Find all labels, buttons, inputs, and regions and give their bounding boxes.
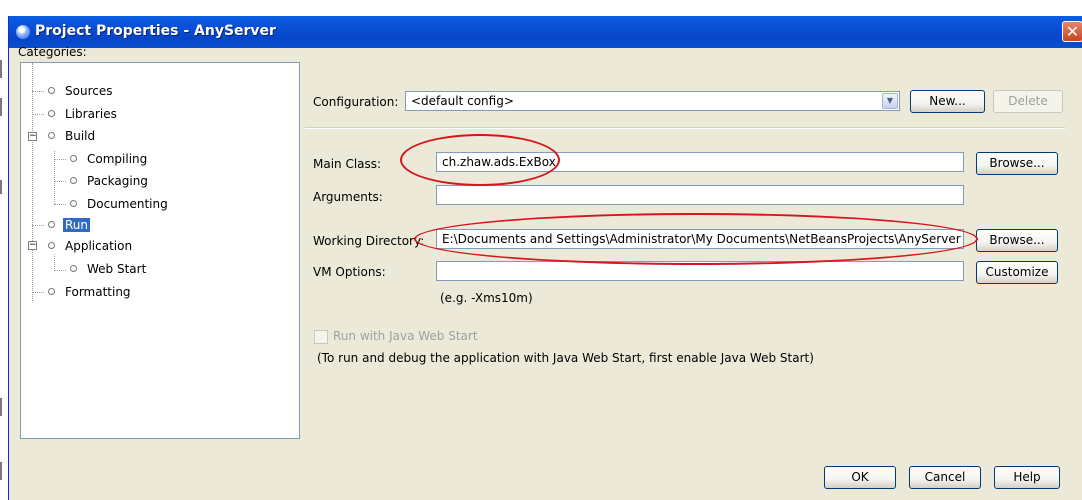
tree-connector (54, 159, 66, 160)
chevron-down-icon[interactable]: ▼ (882, 93, 898, 109)
screen-edge-mark (0, 462, 2, 480)
screen-edge-mark (0, 98, 2, 116)
window-title: Project Properties - AnyServer (35, 23, 276, 39)
tree-connector (54, 270, 66, 271)
run-with-web-start-label: Run with Java Web Start (333, 329, 478, 343)
tree-item-sources[interactable]: Sources (48, 82, 114, 100)
main-class-field[interactable]: ch.zhaw.ads.ExBox (436, 152, 964, 172)
tree-connector (32, 114, 44, 115)
node-icon (48, 221, 55, 228)
web-start-note: (To run and debug the application with J… (317, 351, 814, 365)
separator (305, 127, 1065, 129)
arguments-field[interactable] (436, 185, 964, 205)
cancel-button[interactable]: Cancel (909, 466, 981, 489)
help-button[interactable]: Help (994, 466, 1060, 489)
tree-item-build[interactable]: Build (48, 127, 97, 145)
tree-item-packaging[interactable]: Packaging (70, 172, 150, 190)
node-icon (48, 242, 55, 249)
main-class-browse-button[interactable]: Browse... (976, 152, 1058, 175)
node-icon (48, 110, 55, 117)
configuration-select[interactable]: <default config> ▼ (405, 91, 900, 111)
screen-edge-mark (0, 398, 2, 416)
tree-connector (32, 63, 33, 301)
tree-connector (32, 292, 44, 293)
working-directory-field[interactable]: E:\Documents and Settings\Administrator\… (436, 229, 964, 249)
run-with-web-start-checkbox[interactable] (314, 330, 328, 344)
tree-item-run[interactable]: Run (48, 216, 91, 234)
arguments-label: Arguments: (313, 190, 383, 204)
tree-connector (32, 225, 44, 226)
node-icon (70, 265, 77, 272)
categories-label: Categories: (18, 45, 87, 59)
delete-config-button[interactable]: Delete (993, 90, 1063, 113)
tree-connector (32, 91, 44, 92)
vm-options-field[interactable] (436, 261, 964, 281)
title-bar[interactable]: Project Properties - AnyServer ✕ (9, 16, 1082, 48)
tree-item-formatting[interactable]: Formatting (48, 283, 133, 301)
vm-options-label: VM Options: (313, 265, 386, 279)
collapse-build-toggle[interactable]: − (28, 132, 37, 141)
app-icon (16, 25, 30, 39)
node-icon (70, 155, 77, 162)
tree-connector (54, 204, 66, 205)
node-icon (48, 87, 55, 94)
node-icon (48, 132, 55, 139)
working-directory-label: Working Directory: (313, 234, 425, 248)
configuration-value: <default config> (411, 94, 514, 108)
tree-connector (54, 254, 55, 271)
node-icon (48, 288, 55, 295)
main-class-label: Main Class: (313, 157, 382, 171)
ok-button[interactable]: OK (824, 466, 896, 489)
tree-item-compiling[interactable]: Compiling (70, 150, 149, 168)
close-button[interactable]: ✕ (1062, 21, 1082, 42)
configuration-label: Configuration: (313, 95, 399, 109)
screen-edge-mark (0, 180, 2, 194)
screen-edge-mark (0, 60, 2, 78)
node-icon (70, 200, 77, 207)
close-icon: ✕ (1065, 22, 1080, 41)
tree-item-documenting[interactable]: Documenting (70, 195, 170, 213)
customize-button[interactable]: Customize (976, 261, 1058, 284)
tree-item-application[interactable]: Application (48, 237, 134, 255)
node-icon (70, 177, 77, 184)
tree-connector (54, 181, 66, 182)
tree-item-web-start[interactable]: Web Start (70, 260, 148, 278)
collapse-application-toggle[interactable]: − (28, 241, 37, 250)
working-directory-browse-button[interactable]: Browse... (976, 229, 1058, 252)
categories-tree[interactable]: − − Sources Libraries Build Compiling Pa… (20, 62, 300, 439)
tree-item-libraries[interactable]: Libraries (48, 105, 119, 123)
new-config-button[interactable]: New... (910, 90, 985, 113)
vm-options-hint: (e.g. -Xms10m) (440, 291, 533, 305)
